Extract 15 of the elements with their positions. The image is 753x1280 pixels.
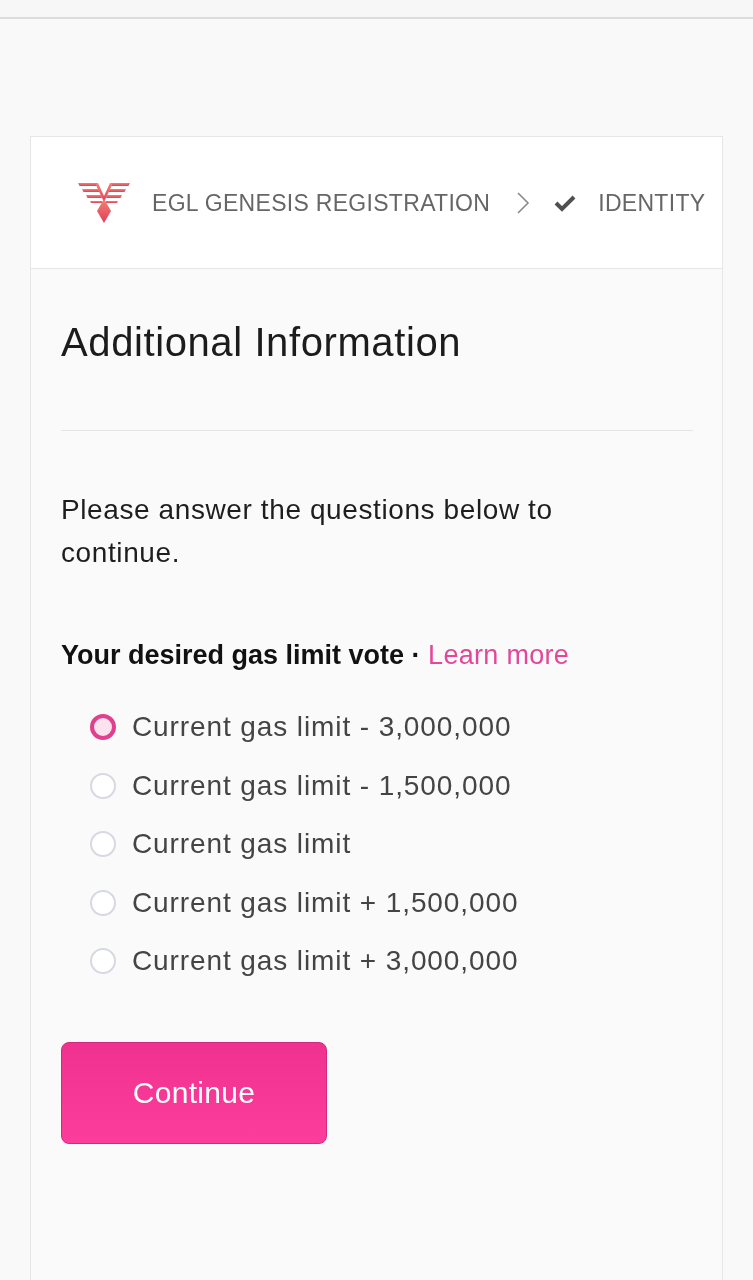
option-label: Current gas limit + 3,000,000 [132, 945, 519, 978]
breadcrumb-item[interactable]: IDENTITY [598, 188, 706, 217]
question-label: Your desired gas limit vote · Learn more [61, 639, 570, 672]
radio-button[interactable] [90, 714, 116, 741]
winged-logo-icon [78, 181, 130, 224]
option-label: Current gas limit - 1,500,000 [132, 769, 512, 802]
breadcrumb-item[interactable]: EGL GENESIS REGISTRATION [152, 188, 491, 217]
continue-button[interactable]: Continue [61, 1041, 327, 1144]
option-label: Current gas limit [132, 828, 352, 861]
instructions-text: Please answer the questions below to continue. [61, 493, 554, 570]
option-label: Current gas limit - 3,000,000 [132, 711, 512, 744]
chevron-right-icon [516, 190, 531, 215]
option-label: Current gas limit + 1,500,000 [132, 886, 519, 919]
learn-more-link[interactable]: Learn more [428, 640, 570, 670]
page-title: Additional Information [61, 319, 462, 366]
